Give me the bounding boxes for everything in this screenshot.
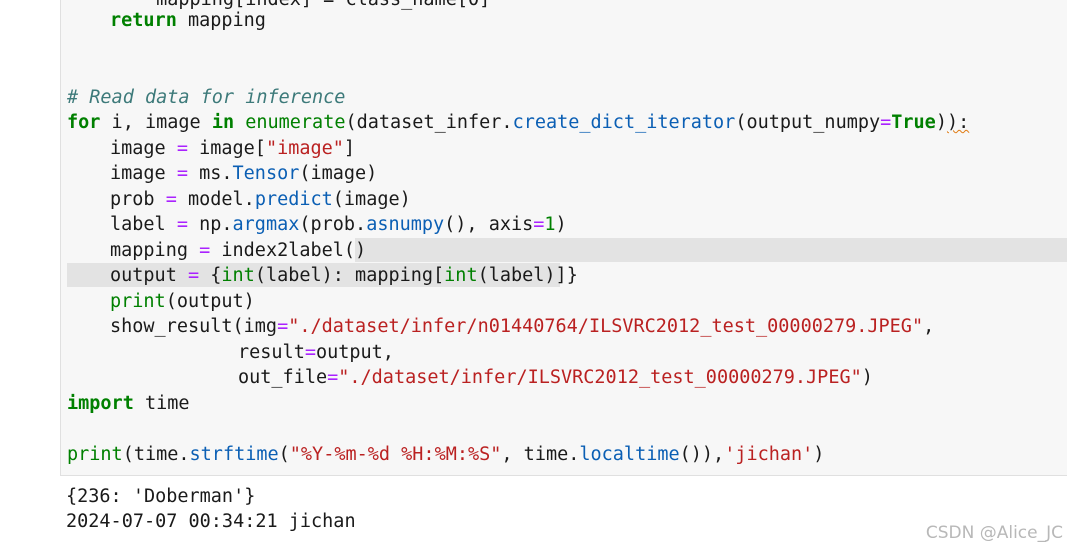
code-line: return mapping	[110, 10, 266, 31]
code-line: out_file="./dataset/infer/ILSVRC2012_tes…	[238, 367, 873, 388]
output-line-dict: {236: 'Doberman'}	[66, 486, 256, 507]
code-line: for i, image in enumerate(dataset_infer.…	[67, 112, 970, 133]
code-line: prob = model.predict(image)	[110, 189, 411, 210]
code-line: label = np.argmax(prob.asnumpy(), axis=1…	[110, 214, 567, 235]
code-line: import time	[67, 393, 190, 414]
code-line: output = {int(label): mapping[int(label)…	[110, 265, 578, 286]
code-line: show_result(img="./dataset/infer/n014407…	[110, 316, 935, 337]
code-line: mapping = index2label()	[110, 240, 367, 261]
line-highlight	[355, 238, 1067, 262]
code-comment: # Read data for inference	[67, 87, 346, 108]
output-line-time: 2024-07-07 00:34:21 jichan	[66, 511, 356, 532]
code-line: image = ms.Tensor(image)	[110, 163, 378, 184]
code-line: print(output)	[110, 291, 255, 312]
code-cell[interactable]: mapping[index] = class_name[0] return ma…	[60, 0, 1067, 476]
code-line: print(time.strftime("%Y-%m-%d %H:%M:%S",…	[67, 444, 825, 465]
watermark: CSDN @Alice_JC	[925, 523, 1063, 543]
code-line: image = image["image"]	[110, 138, 356, 159]
code-line: result=output,	[238, 342, 394, 363]
